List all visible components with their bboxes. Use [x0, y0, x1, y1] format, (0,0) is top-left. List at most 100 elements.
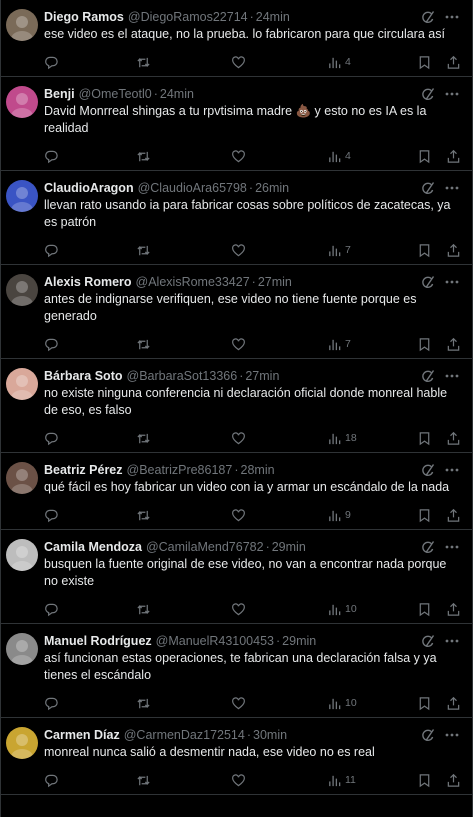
tweet[interactable]: Bárbara Soto @BarbaraSot13366 · 27min no… — [1, 359, 472, 453]
bookmark-button[interactable] — [417, 53, 432, 71]
avatar[interactable] — [6, 9, 38, 41]
author-handle[interactable]: @CarmenDaz172514 — [124, 728, 245, 742]
reply-button[interactable] — [44, 147, 59, 165]
avatar[interactable] — [6, 462, 38, 494]
grok-icon[interactable] — [420, 86, 436, 102]
author-handle[interactable]: @BarbaraSot13366 — [127, 369, 238, 383]
bookmark-button[interactable] — [417, 241, 432, 259]
like-button[interactable] — [231, 335, 246, 353]
reply-button[interactable] — [44, 506, 59, 524]
author-name[interactable]: Benji — [44, 87, 75, 101]
author-name[interactable]: Carmen Díaz — [44, 728, 120, 742]
avatar[interactable] — [6, 633, 38, 665]
author-handle[interactable]: @CamilaMend76782 — [146, 540, 264, 554]
retweet-button[interactable] — [136, 429, 151, 447]
like-button[interactable] — [231, 147, 246, 165]
avatar[interactable] — [6, 86, 38, 118]
retweet-button[interactable] — [136, 506, 151, 524]
views-button[interactable]: 4 — [327, 147, 351, 165]
more-icon[interactable] — [444, 539, 460, 555]
bookmark-button[interactable] — [417, 147, 432, 165]
author-handle[interactable]: @DiegoRamos22714 — [128, 10, 248, 24]
grok-icon[interactable] — [420, 462, 436, 478]
views-button[interactable]: 11 — [327, 771, 356, 789]
views-button[interactable]: 4 — [327, 53, 351, 71]
retweet-button[interactable] — [136, 771, 151, 789]
author-name[interactable]: Beatriz Pérez — [44, 463, 123, 477]
timestamp[interactable]: 24min — [160, 87, 194, 101]
timestamp[interactable]: 27min — [245, 369, 279, 383]
more-icon[interactable] — [444, 274, 460, 290]
author-name[interactable]: ClaudioAragon — [44, 181, 134, 195]
avatar[interactable] — [6, 368, 38, 400]
timestamp[interactable]: 24min — [256, 10, 290, 24]
timestamp[interactable]: 29min — [272, 540, 306, 554]
bookmark-button[interactable] — [417, 506, 432, 524]
reply-button[interactable] — [44, 241, 59, 259]
avatar[interactable] — [6, 727, 38, 759]
tweet[interactable]: Diego Ramos @DiegoRamos22714 · 24min ese… — [1, 0, 472, 77]
like-button[interactable] — [231, 241, 246, 259]
retweet-button[interactable] — [136, 600, 151, 618]
grok-icon[interactable] — [420, 539, 436, 555]
grok-icon[interactable] — [420, 180, 436, 196]
author-name[interactable]: Bárbara Soto — [44, 369, 123, 383]
more-icon[interactable] — [444, 633, 460, 649]
retweet-button[interactable] — [136, 147, 151, 165]
timestamp[interactable]: 28min — [241, 463, 275, 477]
views-button[interactable]: 10 — [327, 600, 357, 618]
reply-button[interactable] — [44, 335, 59, 353]
grok-icon[interactable] — [420, 274, 436, 290]
like-button[interactable] — [231, 771, 246, 789]
author-handle[interactable]: @ManuelR43100453 — [156, 634, 274, 648]
author-name[interactable]: Diego Ramos — [44, 10, 124, 24]
tweet[interactable]: Beatriz Pérez @BeatrizPre86187 · 28min q… — [1, 453, 472, 530]
more-icon[interactable] — [444, 9, 460, 25]
like-button[interactable] — [231, 600, 246, 618]
share-button[interactable] — [446, 241, 461, 259]
reply-button[interactable] — [44, 600, 59, 618]
views-button[interactable]: 10 — [327, 694, 357, 712]
more-icon[interactable] — [444, 86, 460, 102]
avatar[interactable] — [6, 539, 38, 571]
like-button[interactable] — [231, 53, 246, 71]
reply-button[interactable] — [44, 771, 59, 789]
bookmark-button[interactable] — [417, 429, 432, 447]
author-name[interactable]: Manuel Rodríguez — [44, 634, 152, 648]
reply-button[interactable] — [44, 53, 59, 71]
tweet[interactable]: Benji @OmeTeotl0 · 24min David Monrreal … — [1, 77, 472, 171]
views-button[interactable]: 7 — [327, 241, 351, 259]
share-button[interactable] — [446, 771, 461, 789]
bookmark-button[interactable] — [417, 335, 432, 353]
grok-icon[interactable] — [420, 633, 436, 649]
share-button[interactable] — [446, 600, 461, 618]
author-name[interactable]: Alexis Romero — [44, 275, 132, 289]
more-icon[interactable] — [444, 180, 460, 196]
avatar[interactable] — [6, 274, 38, 306]
author-handle[interactable]: @ClaudioAra65798 — [138, 181, 247, 195]
author-handle[interactable]: @BeatrizPre86187 — [127, 463, 233, 477]
grok-icon[interactable] — [420, 368, 436, 384]
views-button[interactable]: 9 — [327, 506, 351, 524]
share-button[interactable] — [446, 694, 461, 712]
timestamp[interactable]: 26min — [255, 181, 289, 195]
bookmark-button[interactable] — [417, 694, 432, 712]
retweet-button[interactable] — [136, 694, 151, 712]
author-handle[interactable]: @OmeTeotl0 — [79, 87, 152, 101]
more-icon[interactable] — [444, 368, 460, 384]
tweet[interactable]: Carmen Díaz @CarmenDaz172514 · 30min mon… — [1, 718, 472, 795]
like-button[interactable] — [231, 429, 246, 447]
share-button[interactable] — [446, 506, 461, 524]
timestamp[interactable]: 29min — [282, 634, 316, 648]
like-button[interactable] — [231, 694, 246, 712]
views-button[interactable]: 18 — [327, 429, 357, 447]
bookmark-button[interactable] — [417, 771, 432, 789]
author-handle[interactable]: @AlexisRome33427 — [136, 275, 250, 289]
grok-icon[interactable] — [420, 727, 436, 743]
author-name[interactable]: Camila Mendoza — [44, 540, 142, 554]
share-button[interactable] — [446, 147, 461, 165]
share-button[interactable] — [446, 335, 461, 353]
bookmark-button[interactable] — [417, 600, 432, 618]
more-icon[interactable] — [444, 462, 460, 478]
tweet[interactable]: Camila Mendoza @CamilaMend76782 · 29min … — [1, 530, 472, 624]
